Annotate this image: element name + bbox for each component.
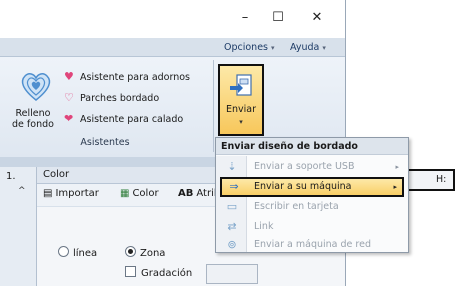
- radio-line-label: línea: [73, 248, 98, 259]
- chevron-down-icon: ▾: [271, 44, 275, 52]
- background-fill-label-line1: Relleno: [15, 108, 51, 119]
- submenu-arrow-icon: ▸: [393, 183, 397, 191]
- color-icon: ▦: [120, 188, 130, 199]
- card-icon: ▭: [226, 200, 238, 213]
- background-fill-label-line2: de fondo: [12, 119, 54, 130]
- menu-item-send-network[interactable]: ⊚ Enviar a máquina de red: [220, 235, 404, 255]
- heart-icon: ♥: [64, 70, 74, 83]
- gradient-settings-button[interactable]: [206, 264, 258, 284]
- menu-item-send-usb[interactable]: ⇣ Enviar a soporte USB ▸: [220, 157, 404, 177]
- send-button[interactable]: Enviar ▾: [218, 64, 264, 136]
- menu-options-label: Opciones: [224, 42, 268, 53]
- gradient-checkbox[interactable]: Gradación: [125, 266, 192, 279]
- title-bar: [0, 0, 345, 38]
- menu-item-send-network-label: Enviar a máquina de red: [254, 239, 371, 250]
- heart-outline-icon: ♡: [64, 91, 74, 104]
- network-icon: ⊚: [227, 238, 237, 251]
- minimize-button[interactable]: –: [233, 8, 257, 28]
- gradient-checkbox-label: Gradación: [141, 268, 193, 279]
- radio-line-circle[interactable]: [58, 246, 69, 257]
- lace-heart-icon: ❤: [64, 112, 74, 125]
- submenu-arrow-icon: ▸: [395, 163, 399, 171]
- embroidery-patches-label: Parches bordado: [80, 93, 160, 104]
- menu-help-label: Ayuda: [290, 42, 320, 53]
- height-label: H:: [436, 174, 447, 185]
- embroidery-patches-button[interactable]: ♡ Parches bordado: [64, 91, 159, 104]
- left-column: [0, 167, 37, 286]
- radio-zone-circle[interactable]: [125, 246, 136, 257]
- menu-help[interactable]: Ayuda ▾: [290, 42, 326, 53]
- radio-line[interactable]: línea: [58, 246, 97, 259]
- tab-import-label: Importar: [55, 188, 99, 199]
- menu-item-send-usb-label: Enviar a soporte USB: [254, 161, 355, 172]
- ribbon-group-label: Asistentes: [80, 137, 130, 148]
- lace-wizard-label: Asistente para calado: [80, 114, 184, 125]
- import-icon: ▤: [43, 188, 53, 199]
- send-icon: [229, 72, 253, 98]
- lace-wizard-button[interactable]: ❤ Asistente para calado: [64, 112, 183, 125]
- menu-item-link[interactable]: ⇄ Link: [220, 217, 404, 237]
- send-label: Enviar: [225, 104, 256, 115]
- ornament-wizard-button[interactable]: ♥ Asistente para adornos: [64, 70, 190, 83]
- maximize-button[interactable]: ☐: [266, 8, 290, 28]
- background-fill-button[interactable]: Relleno de fondo: [3, 108, 63, 130]
- usb-icon: ⇣: [227, 160, 237, 173]
- radio-zone-label: Zona: [140, 248, 166, 259]
- close-button[interactable]: ✕: [305, 8, 329, 28]
- collapse-up-icon[interactable]: ^: [18, 186, 26, 196]
- menu-item-write-card[interactable]: ▭ Escribir en tarjeta: [220, 197, 404, 217]
- ab-icon: AB: [178, 188, 194, 199]
- send-dropdown-menu: Enviar diseño de bordado ⇣ Enviar a sopo…: [215, 137, 409, 253]
- link-icon: ⇄: [227, 220, 237, 233]
- chevron-down-icon: ▾: [322, 44, 326, 52]
- menu-item-send-machine-label: Enviar a su máquina: [254, 181, 352, 192]
- menu-options[interactable]: Opciones ▾: [224, 42, 275, 53]
- tab-attributes[interactable]: AB Atrib: [178, 188, 220, 199]
- send-machine-icon: ⇒: [229, 180, 239, 193]
- chevron-down-icon: ▾: [239, 118, 243, 126]
- gradient-checkbox-box[interactable]: [125, 266, 136, 277]
- tab-import[interactable]: ▤ Importar: [43, 188, 99, 199]
- dropdown-header: Enviar diseño de bordado: [216, 138, 408, 155]
- ribbon-separator: [213, 60, 214, 152]
- menu-item-link-label: Link: [254, 221, 274, 232]
- ornament-wizard-label: Asistente para adornos: [80, 72, 191, 83]
- menu-item-write-card-label: Escribir en tarjeta: [254, 201, 339, 212]
- menu-item-send-machine[interactable]: ⇒ Enviar a su máquina ▸: [220, 177, 404, 197]
- tab-color-label: Color: [132, 188, 159, 199]
- color-panel-title: Color: [43, 169, 70, 180]
- radio-zone[interactable]: Zona: [125, 246, 165, 259]
- tab-color[interactable]: ▦ Color: [120, 188, 159, 199]
- left-column-number: 1.: [6, 171, 16, 182]
- background-fill-icon[interactable]: [19, 69, 53, 103]
